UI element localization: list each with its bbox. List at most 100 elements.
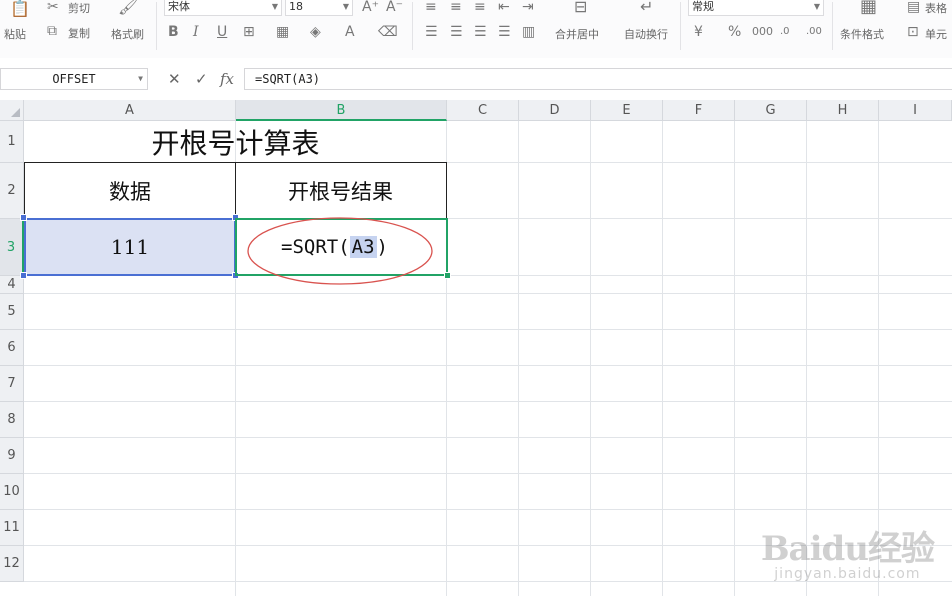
column-header-d[interactable]: D [519,100,591,121]
wrap-text-icon[interactable]: ↵ [640,0,653,15]
fill-pattern-icon[interactable]: ▦ [276,25,289,39]
eraser-icon[interactable]: ⌫ [378,25,398,39]
column-header-b[interactable]: B [236,100,447,121]
insert-function-icon[interactable]: fx [220,72,234,87]
row-header-5[interactable]: 5 [0,294,24,330]
indent-decrease-icon[interactable]: ⇤ [498,0,510,14]
conditional-format-icon[interactable]: ▦ [860,0,877,16]
row-header-2[interactable]: 2 [0,163,24,219]
name-box[interactable]: OFFSET ▼ [0,68,148,90]
percent-icon[interactable]: % [728,25,741,39]
justify-icon[interactable]: ☰ [498,25,511,39]
merge-center-icon[interactable]: ⊟ [574,0,587,15]
header-cell-result[interactable]: 开根号结果 [235,163,447,219]
column-header-a[interactable]: A [24,100,236,121]
font-color-icon[interactable]: A [345,25,355,39]
border-icon[interactable]: ⊞ [243,25,255,39]
ribbon-toolbar: 📋 粘贴 ✂ 剪切 ⧉ 复制 🖌 格式刷 宋体 ▼ 18 ▼ A⁺ A⁻ B I… [0,0,952,59]
table-style-icon[interactable]: ▤ [907,0,920,14]
row-header-12[interactable]: 12 [0,546,24,582]
column-header-c[interactable]: C [447,100,519,121]
wrap-text-button[interactable]: 自动换行 [624,26,668,42]
copy-icon[interactable]: ⧉ [47,24,57,38]
format-painter-button[interactable]: 格式刷 [111,26,144,42]
gridline-horizontal [24,293,952,294]
align-bottom-icon[interactable]: ≡ [474,0,486,14]
header-cell-data[interactable]: 数据 [24,163,236,219]
row-header-11[interactable]: 11 [0,510,24,546]
spreadsheet-grid: ABCDEFGHI 1 2 3 4 5 6 7 8 9 10 11 12 开根号计算表 数据 开根号结… [0,100,952,596]
indent-increase-icon[interactable]: ⇥ [522,0,534,14]
annotation-ellipse [247,217,433,285]
chevron-down-icon[interactable]: ▼ [138,69,143,89]
currency-icon[interactable]: ¥ [694,25,703,39]
align-top-icon[interactable]: ≡ [425,0,437,14]
paste-icon[interactable]: 📋 [10,1,30,17]
align-center-icon[interactable]: ☰ [450,25,463,39]
chevron-down-icon: ▼ [271,2,278,11]
selection-handle[interactable] [20,214,27,221]
thousands-icon[interactable]: 000 [752,25,773,39]
decrease-font-icon[interactable]: A⁻ [386,0,403,14]
ribbon-divider [412,2,413,50]
gridline-vertical [590,121,591,596]
gridline-horizontal [24,509,952,510]
select-all-corner[interactable] [0,100,24,121]
fill-handle[interactable] [444,272,451,279]
fill-color-icon[interactable]: ◈ [310,25,321,39]
row-header-1[interactable]: 1 [0,121,24,163]
row-header-6[interactable]: 6 [0,330,24,366]
cell-style-icon[interactable]: ⊡ [907,25,919,39]
column-header-i[interactable]: I [879,100,952,121]
underline-icon[interactable]: U [217,25,227,39]
gridline-horizontal [24,329,952,330]
italic-icon[interactable]: I [193,25,199,39]
cut-button[interactable]: 剪切 [68,0,90,16]
title-cell[interactable]: 开根号计算表 [24,121,447,163]
align-left-icon[interactable]: ☰ [425,25,438,39]
font-name-select[interactable]: 宋体 ▼ [164,0,282,16]
formula-input[interactable]: =SQRT(A3) [244,68,952,90]
align-middle-icon[interactable]: ≡ [450,0,462,14]
gridline-vertical [518,121,519,596]
increase-decimal-icon[interactable]: .0 [780,25,790,39]
row-header-3[interactable]: 3 [0,219,24,276]
scissors-icon[interactable]: ✂ [47,0,59,14]
gridline-horizontal [24,365,952,366]
selection-handle[interactable] [20,272,27,279]
gridline-horizontal [24,437,952,438]
gridline-vertical [806,121,807,596]
ribbon-divider [156,2,157,50]
chevron-down-icon: ▼ [342,2,349,11]
row-header-8[interactable]: 8 [0,402,24,438]
table-style-button[interactable]: 表格 [925,0,947,16]
number-format-select[interactable]: 常规 ▼ [688,0,824,16]
column-header-h[interactable]: H [807,100,879,121]
align-right-icon[interactable]: ☰ [474,25,487,39]
increase-font-icon[interactable]: A⁺ [362,0,379,14]
column-header-e[interactable]: E [591,100,663,121]
gridline-vertical [878,121,879,596]
column-header-f[interactable]: F [663,100,735,121]
check-icon[interactable]: ✓ [195,72,208,87]
cancel-icon[interactable]: ✕ [168,72,181,87]
column-header-g[interactable]: G [735,100,807,121]
decrease-decimal-icon[interactable]: .00 [806,25,822,39]
name-box-value: OFFSET [52,72,96,86]
cell-style-button[interactable]: 单元 [925,26,947,42]
format-painter-icon[interactable]: 🖌 [118,0,138,15]
chevron-down-icon: ▼ [813,2,820,11]
conditional-format-button[interactable]: 条件格式 [840,26,884,42]
gridline-vertical [662,121,663,596]
row-header-10[interactable]: 10 [0,474,24,510]
paste-button[interactable]: 粘贴 [4,26,26,42]
row-header-9[interactable]: 9 [0,438,24,474]
distributed-icon[interactable]: ▥ [522,25,535,39]
number-format-value: 常规 [692,0,714,13]
gridline-horizontal [24,473,952,474]
row-header-7[interactable]: 7 [0,366,24,402]
merge-center-button[interactable]: 合并居中 [555,26,599,42]
font-size-select[interactable]: 18 ▼ [285,0,353,16]
bold-icon[interactable]: B [168,25,179,39]
copy-button[interactable]: 复制 [68,25,90,41]
